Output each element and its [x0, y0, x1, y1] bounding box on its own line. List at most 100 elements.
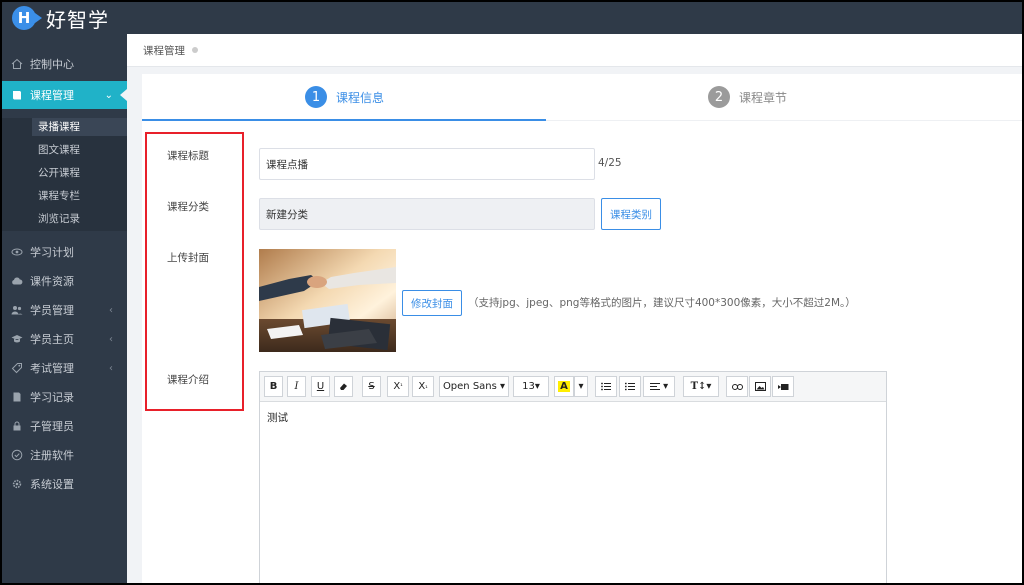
submenu-item-history[interactable]: 浏览记录	[38, 210, 80, 228]
category-input[interactable]: 新建分类	[259, 198, 595, 230]
font-size-value: 13	[522, 381, 535, 392]
step-tabs: 1 课程信息 2 课程章节	[142, 74, 1022, 121]
text-color-icon: A	[558, 381, 570, 392]
top-bar: H 好智学	[2, 2, 1022, 34]
step-course-chapters[interactable]: 2 课程章节	[708, 86, 787, 108]
cover-image[interactable]	[259, 249, 396, 352]
sidebar-item-label: 学习记录	[30, 391, 74, 404]
home-icon	[10, 57, 24, 71]
course-category-button[interactable]: 课程类别	[601, 198, 661, 230]
intro-label: 课程介绍	[167, 374, 209, 386]
app-window: H 好智学 控制中心 课程管理 ⌄ 录播课程 图文课程 公开课程 课程专栏 浏览…	[2, 2, 1022, 583]
sidebar-item-label: 学员主页	[30, 333, 74, 346]
course-form-card: 1 课程信息 2 课程章节 课程标题 课程分类 上传封面 课程介绍 课程点播 4…	[142, 74, 1022, 583]
users-icon	[10, 303, 24, 317]
sidebar-item-label: 注册软件	[30, 449, 74, 462]
strikethrough-button[interactable]: S	[362, 376, 381, 397]
text-color-button[interactable]: A	[554, 376, 574, 397]
step-label: 课程章节	[739, 90, 788, 105]
chevron-down-icon: ⌄	[104, 89, 113, 101]
sidebar-item-study-plan[interactable]: 学习计划	[2, 238, 127, 266]
graduation-cap-icon	[10, 332, 24, 346]
sidebar-item-label: 控制中心	[30, 58, 74, 71]
underline-button[interactable]: U	[311, 376, 330, 397]
tag-icon	[10, 361, 24, 375]
title-label: 课程标题	[167, 150, 209, 162]
sidebar-item-study-records[interactable]: 学习记录	[2, 383, 127, 411]
sidebar-item-dashboard[interactable]: 控制中心	[2, 50, 127, 78]
sidebar-item-label: 学员管理	[30, 304, 74, 317]
active-indicator	[120, 89, 127, 101]
change-cover-button[interactable]: 修改封面	[402, 290, 462, 316]
link-icon[interactable]	[726, 376, 748, 397]
sidebar-item-exams[interactable]: 考试管理 ‹	[2, 354, 127, 382]
gear-icon	[10, 477, 24, 491]
sidebar-item-label: 系统设置	[30, 478, 74, 491]
image-icon[interactable]	[749, 376, 771, 397]
step-course-info[interactable]: 1 课程信息	[305, 86, 384, 108]
chevron-left-icon: ‹	[109, 304, 113, 316]
sidebar-item-sub-admins[interactable]: 子管理员	[2, 412, 127, 440]
bold-button[interactable]: B	[264, 376, 283, 397]
step-label: 课程信息	[336, 90, 385, 105]
main-content: 课程管理 1 课程信息 2 课程章节 课程标题 课程分类 上传封面 课程介绍 课…	[127, 34, 1022, 583]
submenu-item-graphic[interactable]: 图文课程	[38, 141, 80, 159]
superscript-button[interactable]: X¹	[387, 376, 409, 397]
sidebar-item-student-home[interactable]: 学员主页 ‹	[2, 325, 127, 353]
text-height-icon: T↕	[690, 381, 707, 392]
check-circle-icon	[10, 448, 24, 462]
logo-icon: H	[12, 6, 42, 30]
document-icon	[10, 390, 24, 404]
breadcrumb-item[interactable]: 课程管理	[143, 43, 185, 58]
numbered-list-icon[interactable]	[619, 376, 641, 397]
submenu-item-column[interactable]: 课程专栏	[38, 187, 80, 205]
submenu-item-recorded[interactable]: 录播课程	[32, 118, 127, 136]
font-family-value: Open Sans	[442, 381, 497, 392]
sidebar-item-course-management[interactable]: 课程管理 ⌄	[2, 81, 127, 109]
video-icon[interactable]	[772, 376, 794, 397]
sidebar-item-label: 子管理员	[30, 420, 74, 433]
cover-label: 上传封面	[167, 252, 209, 264]
active-step-underline	[142, 119, 546, 121]
rich-text-editor[interactable]: B I U S X¹ X₁ Open Sans ▾ 13 ▾ A ▾ ▾ T↕ ▾	[259, 371, 887, 583]
sidebar-item-label: 考试管理	[30, 362, 74, 375]
sidebar-item-register[interactable]: 注册软件	[2, 441, 127, 469]
app-name: 好智学	[46, 7, 109, 32]
book-icon	[10, 88, 24, 102]
eraser-icon[interactable]	[334, 376, 353, 397]
title-input[interactable]: 课程点播	[259, 148, 595, 180]
highlight-box	[145, 132, 244, 411]
align-left-icon	[649, 383, 660, 390]
submenu-item-public[interactable]: 公开课程	[38, 164, 80, 182]
text-color-dropdown[interactable]: ▾	[574, 376, 588, 397]
bullet-list-icon[interactable]	[595, 376, 617, 397]
editor-toolbar: B I U S X¹ X₁ Open Sans ▾ 13 ▾ A ▾ ▾ T↕ ▾	[260, 372, 886, 402]
sidebar-item-label: 课件资源	[30, 275, 74, 288]
font-size-select[interactable]: 13 ▾	[513, 376, 549, 397]
font-family-select[interactable]: Open Sans ▾	[439, 376, 509, 397]
align-dropdown[interactable]: ▾	[643, 376, 675, 397]
lock-icon	[10, 419, 24, 433]
text-style-dropdown[interactable]: T↕ ▾	[683, 376, 719, 397]
editor-content[interactable]: 测试	[267, 410, 288, 425]
italic-button[interactable]: I	[287, 376, 306, 397]
sidebar-item-label: 课程管理	[30, 89, 74, 102]
category-label: 课程分类	[167, 201, 209, 213]
sidebar-item-label: 学习计划	[30, 246, 74, 259]
subscript-button[interactable]: X₁	[412, 376, 434, 397]
sidebar-item-courseware[interactable]: 课件资源	[2, 267, 127, 295]
chevron-left-icon: ‹	[109, 362, 113, 374]
step-number: 2	[708, 86, 730, 108]
breadcrumb: 课程管理	[127, 34, 1022, 67]
title-char-counter: 4/25	[598, 157, 622, 169]
sidebar-item-students[interactable]: 学员管理 ‹	[2, 296, 127, 324]
sidebar-item-settings[interactable]: 系统设置	[2, 470, 127, 498]
cover-format-hint: （支持jpg、jpeg、png等格式的图片，建议尺寸400*300像素，大小不超…	[468, 297, 856, 309]
sidebar: 控制中心 课程管理 ⌄ 录播课程 图文课程 公开课程 课程专栏 浏览记录 学习计…	[2, 34, 127, 583]
breadcrumb-dot-icon	[192, 47, 198, 53]
step-number: 1	[305, 86, 327, 108]
eye-icon	[10, 245, 24, 259]
cloud-icon	[10, 274, 24, 288]
chevron-left-icon: ‹	[109, 333, 113, 345]
logo[interactable]: H 好智学	[12, 5, 109, 32]
